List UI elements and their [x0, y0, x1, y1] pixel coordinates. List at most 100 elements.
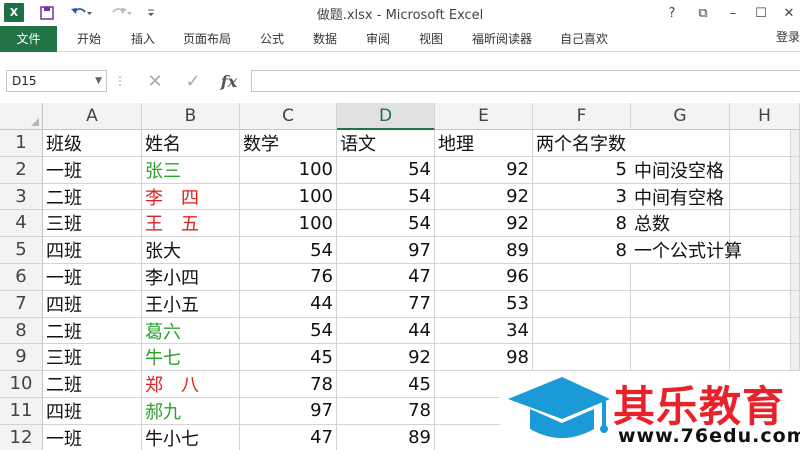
cell-b5[interactable]: 张大: [142, 237, 240, 264]
tab-file[interactable]: 文件: [0, 26, 57, 52]
cell-e5[interactable]: 89: [435, 237, 533, 264]
cell-g4[interactable]: 总数: [631, 210, 730, 238]
column-header-h[interactable]: H: [730, 103, 800, 130]
ribbon-display-options-icon[interactable]: ⧉: [690, 2, 716, 24]
cell-h9[interactable]: [730, 344, 800, 372]
cell-d11[interactable]: 78: [337, 398, 435, 425]
cell-a8[interactable]: 二班: [43, 317, 142, 345]
cell-c12[interactable]: 47: [240, 424, 337, 450]
cell-c8[interactable]: 54: [240, 317, 337, 345]
cell-b11[interactable]: 郝九: [142, 398, 240, 425]
tab-page-layout[interactable]: 页面布局: [176, 26, 238, 52]
column-header-f[interactable]: F: [533, 103, 631, 130]
cell-g9[interactable]: [631, 344, 730, 372]
row-header-8[interactable]: 8: [0, 317, 43, 345]
cell-d3[interactable]: 54: [337, 183, 435, 211]
cell-e7[interactable]: 53: [435, 290, 533, 318]
insert-function-icon[interactable]: fx: [214, 70, 244, 92]
cell-h4[interactable]: [730, 210, 800, 238]
tab-data[interactable]: 数据: [302, 26, 348, 52]
formula-input[interactable]: [251, 70, 800, 92]
row-header-10[interactable]: 10: [0, 371, 43, 398]
cell-a6[interactable]: 一班: [43, 264, 142, 291]
row-header-3[interactable]: 3: [0, 183, 43, 211]
cell-c4[interactable]: 100: [240, 210, 337, 238]
maximize-button[interactable]: ☐: [748, 2, 774, 24]
cell-b4[interactable]: 王 五: [142, 210, 240, 238]
cell-e6[interactable]: 96: [435, 264, 533, 291]
cell-d8[interactable]: 44: [337, 317, 435, 345]
row-header-4[interactable]: 4: [0, 210, 43, 238]
cell-e9[interactable]: 98: [435, 344, 533, 372]
cell-f8[interactable]: [533, 317, 631, 345]
cell-a2[interactable]: 一班: [43, 156, 142, 184]
cell-b3[interactable]: 李 四: [142, 183, 240, 211]
tab-view[interactable]: 视图: [408, 26, 454, 52]
cell-d1[interactable]: 语文: [337, 130, 435, 157]
tab-formulas[interactable]: 公式: [250, 26, 294, 52]
cell-d12[interactable]: 89: [337, 424, 435, 450]
cell-g3[interactable]: 中间有空格: [631, 183, 730, 211]
column-header-b[interactable]: B: [142, 103, 240, 130]
cell-g2[interactable]: 中间没空格: [631, 156, 730, 184]
cell-f5[interactable]: 8: [533, 237, 631, 264]
cell-e1[interactable]: 地理: [435, 130, 533, 157]
row-header-6[interactable]: 6: [0, 264, 43, 291]
login-link[interactable]: 登录: [776, 28, 800, 45]
enter-icon[interactable]: ✓: [178, 70, 208, 92]
cell-e4[interactable]: 92: [435, 210, 533, 238]
cell-d9[interactable]: 92: [337, 344, 435, 372]
help-button[interactable]: ?: [662, 2, 682, 24]
cell-d5[interactable]: 97: [337, 237, 435, 264]
cell-f3[interactable]: 3: [533, 184, 631, 211]
cell-g1[interactable]: [631, 130, 730, 157]
cell-d10[interactable]: 45: [337, 371, 435, 398]
tab-foxit-reader[interactable]: 福昕阅读器: [464, 26, 540, 52]
chevron-down-icon[interactable]: ▼: [95, 71, 102, 91]
cell-a10[interactable]: 二班: [43, 371, 142, 398]
cell-b9[interactable]: 牛七: [142, 344, 240, 372]
column-header-e[interactable]: E: [435, 103, 533, 130]
cell-h8[interactable]: [730, 317, 800, 345]
cell-d7[interactable]: 77: [337, 290, 435, 318]
cell-c11[interactable]: 97: [240, 398, 337, 425]
cell-f7[interactable]: [533, 290, 631, 318]
cell-h5[interactable]: [730, 237, 800, 264]
close-button[interactable]: ✕: [776, 2, 800, 24]
cell-f2[interactable]: 5: [533, 157, 631, 184]
cell-a12[interactable]: 一班: [43, 424, 142, 450]
cell-f1[interactable]: 两个名字数: [533, 130, 631, 157]
row-header-12[interactable]: 12: [0, 424, 43, 450]
cell-a1[interactable]: 班级: [43, 130, 142, 157]
cell-d2[interactable]: 54: [337, 156, 435, 184]
cell-f9[interactable]: [533, 344, 631, 372]
cell-c1[interactable]: 数学: [240, 130, 337, 157]
name-box[interactable]: D15 ▼: [6, 70, 107, 92]
cell-a3[interactable]: 二班: [43, 183, 142, 211]
cell-h7[interactable]: [730, 290, 800, 318]
row-header-7[interactable]: 7: [0, 290, 43, 318]
tab-home[interactable]: 开始: [66, 26, 112, 52]
select-all-button[interactable]: [0, 103, 43, 130]
cell-h2[interactable]: [730, 156, 800, 184]
cell-c2[interactable]: 100: [240, 156, 337, 184]
tab-custom[interactable]: 自己喜欢: [552, 26, 616, 52]
cell-g6[interactable]: [631, 264, 730, 291]
cell-b2[interactable]: 张三: [142, 156, 240, 184]
cell-b1[interactable]: 姓名: [142, 130, 240, 157]
cell-e8[interactable]: 34: [435, 317, 533, 345]
cell-c7[interactable]: 44: [240, 290, 337, 318]
cell-h6[interactable]: [730, 264, 800, 291]
column-header-c[interactable]: C: [240, 103, 337, 130]
row-header-5[interactable]: 5: [0, 237, 43, 264]
cell-g7[interactable]: [631, 290, 730, 318]
cell-c5[interactable]: 54: [240, 237, 337, 264]
cell-d6[interactable]: 47: [337, 264, 435, 291]
cell-c9[interactable]: 45: [240, 344, 337, 372]
cell-b8[interactable]: 葛六: [142, 317, 240, 345]
cell-g5[interactable]: 一个公式计算: [631, 237, 742, 264]
cell-e2[interactable]: 92: [435, 156, 533, 184]
cell-e3[interactable]: 92: [435, 183, 533, 211]
column-header-d[interactable]: D: [337, 103, 435, 130]
cell-c10[interactable]: 78: [240, 371, 337, 398]
